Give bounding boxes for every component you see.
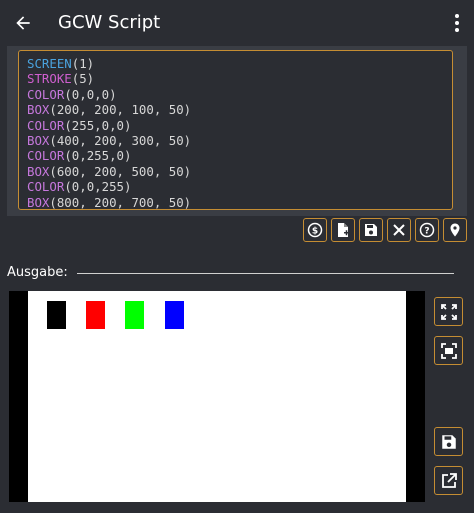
back-button[interactable] xyxy=(10,10,36,36)
location-pin-icon xyxy=(450,223,460,237)
save-icon xyxy=(365,224,377,236)
code-line: STROKE(5) xyxy=(27,71,95,87)
svg-text:$: $ xyxy=(312,227,318,237)
editor-panel: SCREEN(1) STROKE(5) COLOR(0,0,0) BOX(200… xyxy=(7,46,467,216)
arrow-back-icon xyxy=(16,16,30,30)
dollar-button[interactable]: $ xyxy=(303,218,327,242)
code-line: COLOR(255,0,0) xyxy=(27,117,132,133)
open-external-button[interactable] xyxy=(434,466,463,495)
open-external-icon xyxy=(441,472,457,488)
app-bar: GCW Script xyxy=(0,0,474,46)
save-script-button[interactable] xyxy=(359,218,383,242)
fullscreen-icon xyxy=(440,303,457,320)
page-title: GCW Script xyxy=(58,12,161,33)
save-output-button[interactable] xyxy=(434,427,463,456)
script-editor[interactable]: SCREEN(1) STROKE(5) COLOR(0,0,0) BOX(200… xyxy=(18,50,453,210)
new-file-button[interactable] xyxy=(331,218,355,242)
fit-screen-icon xyxy=(440,342,457,359)
black-box xyxy=(47,301,66,329)
code-line: COLOR(0,255,0) xyxy=(27,148,132,164)
code-line: BOX(200, 200, 100, 50) xyxy=(27,102,192,118)
green-box xyxy=(125,301,144,329)
more-vert-icon xyxy=(455,14,459,32)
output-label: Ausgabe: xyxy=(7,265,68,280)
code-line: BOX(400, 200, 300, 50) xyxy=(27,132,192,148)
help-icon: ? xyxy=(419,222,435,238)
new-file-icon xyxy=(338,223,349,237)
output-canvas-frame xyxy=(9,291,425,502)
fullscreen-button[interactable] xyxy=(434,297,463,326)
red-box xyxy=(86,301,105,329)
code-line: COLOR(0,0,255) xyxy=(27,179,132,195)
code-line: COLOR(0,0,0) xyxy=(27,86,117,102)
fit-screen-button[interactable] xyxy=(434,336,463,365)
save-icon xyxy=(441,434,456,449)
code-line: BOX(600, 200, 500, 50) xyxy=(27,163,192,179)
output-canvas xyxy=(28,291,406,502)
editor-toolbar: $ ? xyxy=(303,218,467,242)
blue-box xyxy=(165,301,184,329)
dollar-circle-icon: $ xyxy=(307,222,323,238)
code-line: BOX(800, 200, 700, 50) xyxy=(27,194,192,210)
clear-button[interactable] xyxy=(387,218,411,242)
svg-text:?: ? xyxy=(424,227,429,237)
more-menu-button[interactable] xyxy=(446,10,468,36)
output-divider xyxy=(77,273,454,274)
close-icon xyxy=(393,224,405,236)
location-button[interactable] xyxy=(443,218,467,242)
code-line: SCREEN(1) xyxy=(27,56,95,71)
help-button[interactable]: ? xyxy=(415,218,439,242)
